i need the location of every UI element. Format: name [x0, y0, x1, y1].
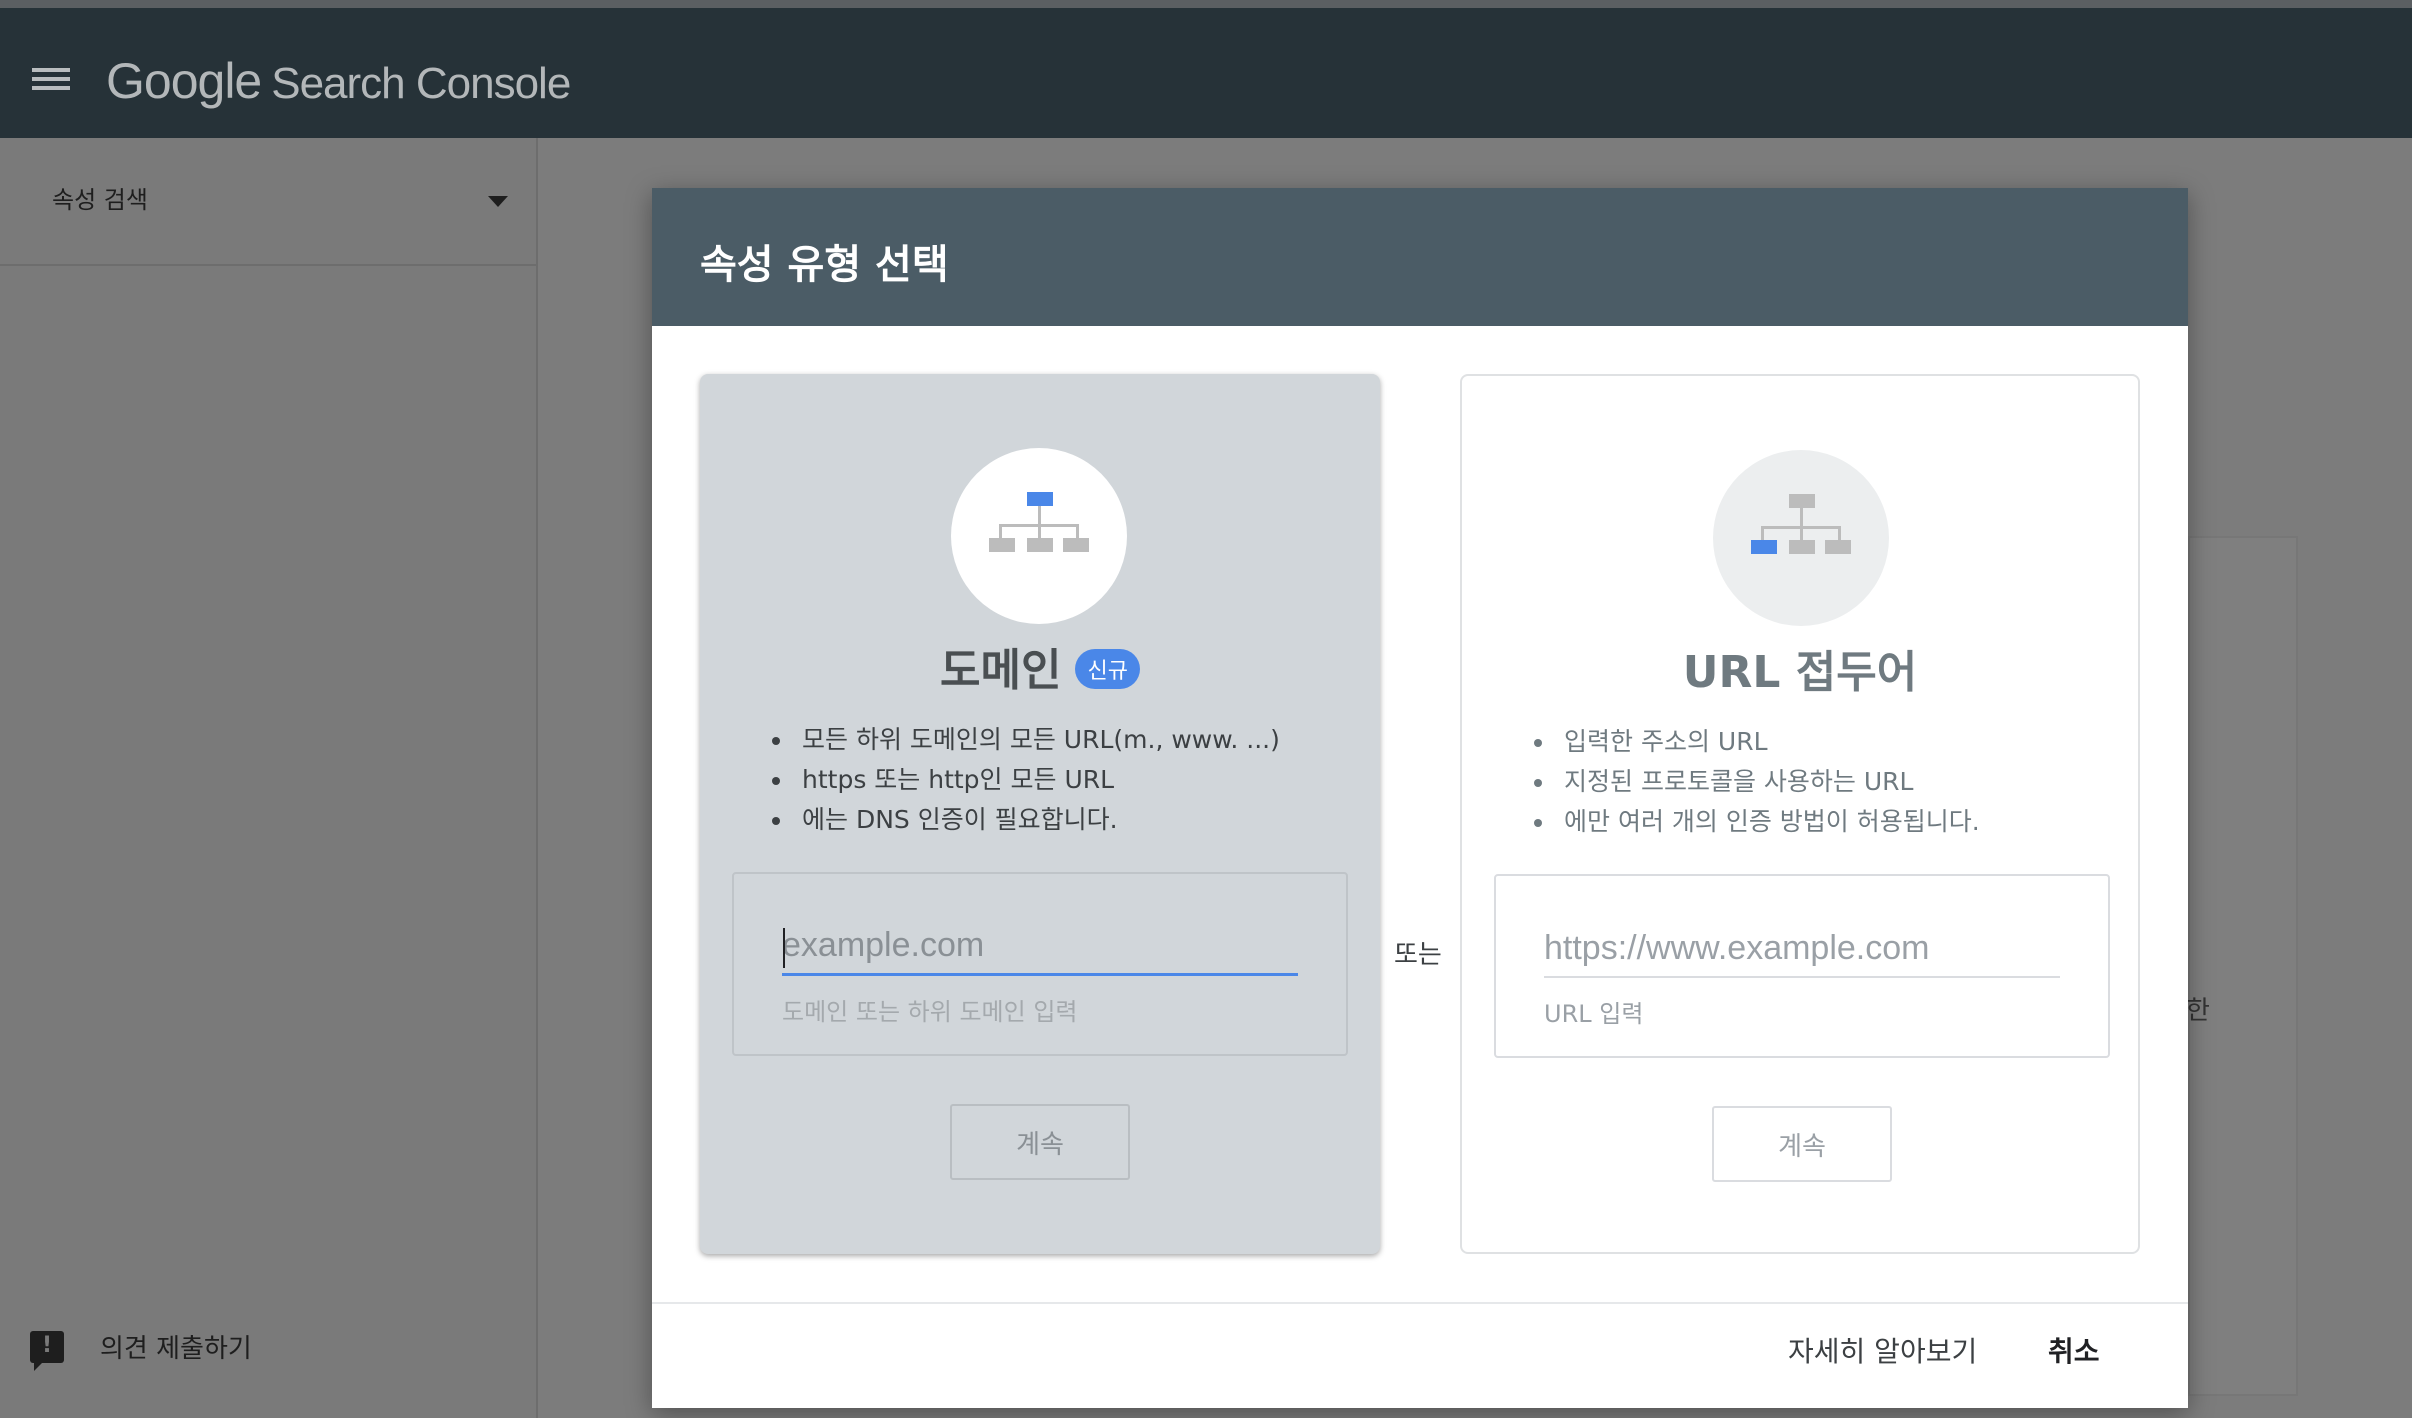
url-prefix-icon-circle: [1713, 450, 1889, 626]
feedback-icon: [30, 1330, 64, 1371]
domain-title-text: 도메인: [940, 645, 1062, 696]
learn-more-button[interactable]: 자세히 알아보기: [1788, 1330, 1977, 1370]
property-search-dropdown[interactable]: 속성 검색: [0, 138, 536, 266]
url-prefix-input-box: URL 입력: [1494, 874, 2110, 1058]
url-prefix-continue-button[interactable]: 계속: [1712, 1106, 1892, 1182]
domain-bullet: https 또는 http인 모든 URL: [794, 760, 1280, 800]
url-prefix-option-card[interactable]: URL 접두어 입력한 주소의 URL 지정된 프로토콜을 사용하는 URL 에…: [1460, 374, 2140, 1254]
domain-bullet-list: 모든 하위 도메인의 모든 URL(m., www. ...) https 또는…: [794, 720, 1280, 840]
url-prefix-input[interactable]: [1544, 920, 2060, 978]
app-bar: Google Search Console: [0, 8, 2412, 138]
dialog-header: 속성 유형 선택: [652, 188, 2188, 326]
domain-icon-circle: [951, 448, 1127, 624]
domain-option-card[interactable]: 도메인 신규 모든 하위 도메인의 모든 URL(m., www. ...) ht…: [700, 374, 1380, 1254]
dialog-title: 속성 유형 선택: [700, 242, 949, 288]
url-prefix-bullet: 입력한 주소의 URL: [1556, 722, 1980, 762]
domain-input[interactable]: [782, 918, 1298, 976]
product-logo-google: Google: [106, 53, 262, 109]
domain-input-hint: 도메인 또는 하위 도메인 입력: [782, 998, 1078, 1026]
url-prefix-bullet: 지정된 프로토콜을 사용하는 URL: [1556, 762, 1980, 802]
feedback-label: 의견 제출하기: [100, 1334, 252, 1364]
property-search-label: 속성 검색: [52, 186, 148, 214]
sitemap-icon: [1751, 494, 1851, 554]
url-prefix-input-hint: URL 입력: [1544, 1000, 1644, 1028]
sidebar: 속성 검색 의견 제출하기: [0, 138, 538, 1418]
product-logo-name: Search Console: [271, 59, 571, 108]
dialog-footer: 자세히 알아보기 취소: [652, 1302, 2188, 1408]
cancel-button[interactable]: 취소: [2048, 1330, 2100, 1370]
domain-bullet: 에는 DNS 인증이 필요합니다.: [794, 800, 1280, 840]
url-prefix-title: URL 접두어: [1682, 647, 1918, 698]
feedback-button[interactable]: 의견 제출하기: [30, 1328, 252, 1371]
url-prefix-bullet-list: 입력한 주소의 URL 지정된 프로토콜을 사용하는 URL 에만 여러 개의 …: [1556, 722, 1980, 842]
sitemap-icon: [989, 492, 1089, 552]
new-badge: 신규: [1075, 649, 1140, 689]
property-type-options: 도메인 신규 모든 하위 도메인의 모든 URL(m., www. ...) ht…: [652, 326, 2188, 1292]
property-type-dialog: 속성 유형 선택 도메인신규 모든 하: [652, 188, 2188, 1408]
menu-icon[interactable]: [32, 64, 70, 94]
domain-bullet: 모든 하위 도메인의 모든 URL(m., www. ...): [794, 720, 1280, 760]
domain-input-box: 도메인 또는 하위 도메인 입력: [732, 872, 1348, 1056]
caret-down-icon: [488, 196, 508, 207]
or-separator: 또는: [1394, 940, 1442, 970]
product-logo[interactable]: Google Search Console: [106, 52, 571, 109]
text-cursor: [783, 928, 785, 968]
background-text-fragment: 한: [2186, 996, 2210, 1026]
domain-continue-button[interactable]: 계속: [950, 1104, 1130, 1180]
domain-title: 도메인 신규: [700, 634, 1380, 698]
top-strip: [0, 0, 2412, 8]
background-card: [2188, 536, 2298, 1396]
url-prefix-bullet: 에만 여러 개의 인증 방법이 허용됩니다.: [1556, 802, 1980, 842]
